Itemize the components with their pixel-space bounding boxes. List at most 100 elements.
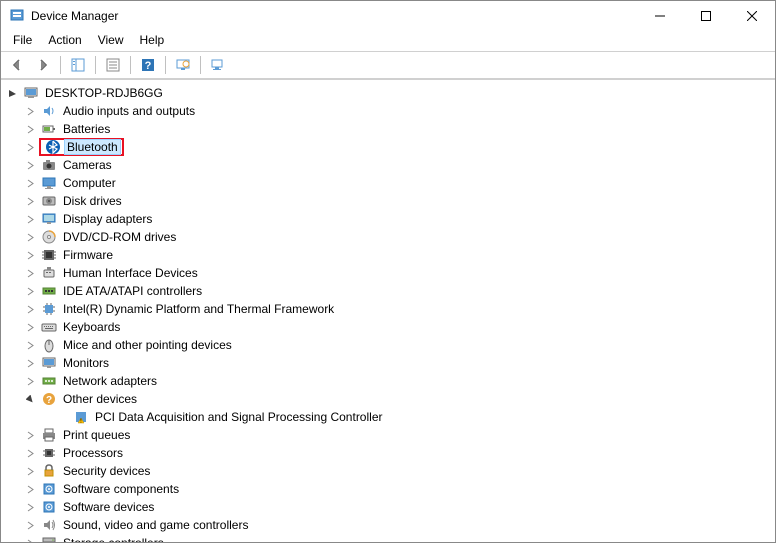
expand-icon[interactable]	[23, 500, 37, 514]
expand-icon[interactable]	[23, 158, 37, 172]
tree-node[interactable]: Security devices	[1, 462, 775, 480]
close-button[interactable]	[729, 1, 775, 31]
tree-node[interactable]: Network adapters	[1, 372, 775, 390]
tree-node[interactable]: Disk drives	[1, 192, 775, 210]
maximize-button[interactable]	[683, 1, 729, 31]
forward-button[interactable]	[31, 54, 55, 76]
toolbar-separator	[95, 56, 96, 74]
audio-icon	[41, 103, 57, 119]
highlight-annotation: Bluetooth	[39, 138, 124, 156]
tree-node-label: Print queues	[61, 428, 132, 442]
svg-text:?: ?	[46, 395, 52, 406]
scan-hardware-button[interactable]	[171, 54, 195, 76]
tree-node[interactable]: Mice and other pointing devices	[1, 336, 775, 354]
toolbar-separator	[60, 56, 61, 74]
menu-file[interactable]: File	[5, 31, 40, 51]
expand-icon[interactable]	[23, 536, 37, 542]
tree-node[interactable]: Processors	[1, 444, 775, 462]
device-tree[interactable]: DESKTOP-RDJB6GG Audio inputs and outputs…	[1, 79, 775, 542]
properties-button[interactable]	[101, 54, 125, 76]
expand-icon[interactable]	[23, 194, 37, 208]
toolbar: ?	[1, 51, 775, 79]
help-button[interactable]: ?	[136, 54, 160, 76]
tree-node-label: Storage controllers	[61, 536, 166, 542]
expand-icon[interactable]	[23, 122, 37, 136]
collapse-icon[interactable]	[5, 86, 19, 100]
menubar: File Action View Help	[1, 31, 775, 51]
expand-icon[interactable]	[23, 176, 37, 190]
expand-icon[interactable]	[23, 464, 37, 478]
tree-node-label: Software components	[61, 482, 181, 496]
tree-node[interactable]: Software components	[1, 480, 775, 498]
devices-button[interactable]	[206, 54, 230, 76]
tree-node-label: Other devices	[61, 392, 139, 406]
tree-node[interactable]: Audio inputs and outputs	[1, 102, 775, 120]
tree-node[interactable]: Print queues	[1, 426, 775, 444]
computer-icon	[41, 175, 57, 191]
chip-icon	[41, 301, 57, 317]
menu-help[interactable]: Help	[132, 31, 173, 51]
network-icon	[41, 373, 57, 389]
hid-icon	[41, 265, 57, 281]
tree-node[interactable]: Firmware	[1, 246, 775, 264]
tree-node-label: Mice and other pointing devices	[61, 338, 234, 352]
tree-node[interactable]: Computer	[1, 174, 775, 192]
camera-icon	[41, 157, 57, 173]
tree-node-label: Batteries	[61, 122, 112, 136]
tree-node[interactable]: Software devices	[1, 498, 775, 516]
expand-icon[interactable]	[23, 104, 37, 118]
expand-icon[interactable]	[23, 428, 37, 442]
tree-root-label: DESKTOP-RDJB6GG	[43, 86, 165, 100]
menu-action[interactable]: Action	[40, 31, 89, 51]
expand-icon[interactable]	[23, 302, 37, 316]
tree-child-label: PCI Data Acquisition and Signal Processi…	[93, 410, 384, 424]
tree-root[interactable]: DESKTOP-RDJB6GG	[1, 84, 775, 102]
expand-icon[interactable]	[23, 212, 37, 226]
tree-node[interactable]: ? Other devices	[1, 390, 775, 408]
tree-node[interactable]: Storage controllers	[1, 534, 775, 542]
battery-icon	[41, 121, 57, 137]
expander-empty	[55, 410, 69, 424]
tree-node-label: Human Interface Devices	[61, 266, 200, 280]
expand-icon[interactable]	[23, 374, 37, 388]
expand-icon[interactable]	[23, 320, 37, 334]
tree-node-label: Audio inputs and outputs	[61, 104, 197, 118]
tree-node[interactable]: Monitors	[1, 354, 775, 372]
expand-icon[interactable]	[23, 356, 37, 370]
minimize-button[interactable]	[637, 1, 683, 31]
tree-node[interactable]: Bluetooth	[1, 138, 775, 156]
expand-icon[interactable]	[23, 140, 37, 154]
tree-node[interactable]: DVD/CD-ROM drives	[1, 228, 775, 246]
expand-icon[interactable]	[23, 266, 37, 280]
expand-icon[interactable]	[23, 338, 37, 352]
tree-node[interactable]: Human Interface Devices	[1, 264, 775, 282]
expand-icon[interactable]	[23, 284, 37, 298]
tree-node-label: Intel(R) Dynamic Platform and Thermal Fr…	[61, 302, 336, 316]
printer-icon	[41, 427, 57, 443]
tree-node[interactable]: IDE ATA/ATAPI controllers	[1, 282, 775, 300]
collapse-icon[interactable]	[23, 392, 37, 406]
expand-icon[interactable]	[23, 446, 37, 460]
show-hide-tree-button[interactable]	[66, 54, 90, 76]
bluetooth-icon	[45, 139, 61, 155]
tree-node-label: Software devices	[61, 500, 156, 514]
tree-node[interactable]: Batteries	[1, 120, 775, 138]
tree-child-node[interactable]: !PCI Data Acquisition and Signal Process…	[1, 408, 775, 426]
tree-node[interactable]: Sound, video and game controllers	[1, 516, 775, 534]
tree-node[interactable]: Keyboards	[1, 318, 775, 336]
tree-node[interactable]: Display adapters	[1, 210, 775, 228]
tree-node[interactable]: Cameras	[1, 156, 775, 174]
computer-icon	[23, 85, 39, 101]
tree-node-label: Cameras	[61, 158, 114, 172]
tree-node-label: Disk drives	[61, 194, 124, 208]
expand-icon[interactable]	[23, 518, 37, 532]
security-icon	[41, 463, 57, 479]
tree-node-label: Display adapters	[61, 212, 154, 226]
back-button[interactable]	[5, 54, 29, 76]
menu-view[interactable]: View	[90, 31, 132, 51]
processor-icon	[41, 445, 57, 461]
expand-icon[interactable]	[23, 248, 37, 262]
expand-icon[interactable]	[23, 230, 37, 244]
expand-icon[interactable]	[23, 482, 37, 496]
tree-node[interactable]: Intel(R) Dynamic Platform and Thermal Fr…	[1, 300, 775, 318]
